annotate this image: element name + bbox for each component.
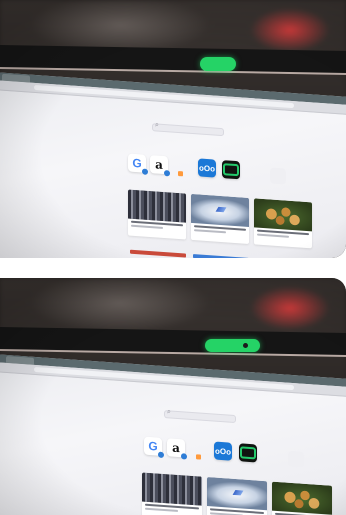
news-card-strip bbox=[130, 249, 186, 258]
google-icon: G bbox=[148, 438, 158, 454]
webcam-lens bbox=[243, 343, 248, 348]
news-card-image bbox=[254, 198, 312, 231]
search-icon: ⌕ bbox=[155, 121, 159, 129]
shortcut-google[interactable]: G bbox=[144, 436, 164, 459]
google-icon: G bbox=[132, 155, 142, 171]
news-card-image bbox=[128, 189, 186, 223]
shortcut-badge bbox=[164, 170, 170, 177]
shortcut-amazon[interactable]: a bbox=[167, 438, 187, 460]
shortcut-badge bbox=[181, 453, 187, 460]
news-card[interactable] bbox=[272, 481, 332, 515]
amazon-icon: a bbox=[172, 440, 180, 456]
news-card[interactable] bbox=[191, 193, 249, 244]
shortcut-blue-app[interactable]: oOo bbox=[198, 158, 216, 178]
monitor-screen: ⌕ G a oOo bbox=[0, 72, 346, 258]
news-card-snippet bbox=[257, 233, 289, 238]
news-card-image bbox=[207, 477, 267, 510]
amazon-icon: a bbox=[155, 157, 163, 172]
news-card-snippet bbox=[145, 507, 178, 512]
webcam-indicator bbox=[205, 339, 260, 352]
shortcut-badge bbox=[142, 168, 148, 175]
news-card-image bbox=[191, 193, 249, 227]
green-app-icon bbox=[240, 446, 256, 460]
news-card[interactable] bbox=[207, 477, 267, 515]
news-card-snippet bbox=[194, 228, 226, 233]
shortcut-empty[interactable] bbox=[288, 450, 304, 468]
shortcut-green-app[interactable] bbox=[239, 443, 257, 463]
shortcut-small-icon[interactable] bbox=[178, 171, 183, 177]
search-icon: ⌕ bbox=[167, 408, 171, 416]
news-card[interactable] bbox=[142, 472, 202, 515]
logo-mark bbox=[232, 490, 244, 496]
shortcut-blue-app[interactable]: oOo bbox=[214, 441, 232, 461]
news-card-image bbox=[142, 472, 202, 506]
shortcut-empty[interactable] bbox=[270, 167, 286, 185]
search-input[interactable]: ⌕ bbox=[152, 121, 224, 137]
shortcut-amazon[interactable]: a bbox=[150, 155, 170, 177]
news-card[interactable] bbox=[254, 198, 312, 249]
news-card[interactable] bbox=[128, 189, 186, 240]
photo-bottom: ⌕ G a oOo bbox=[0, 278, 346, 515]
shortcut-badge bbox=[158, 451, 164, 459]
shortcut-small-icon[interactable] bbox=[196, 454, 201, 460]
shortcut-google[interactable]: G bbox=[128, 153, 148, 175]
photo-top: ⌕ G a oOo bbox=[0, 0, 346, 258]
news-card-image bbox=[272, 481, 332, 515]
blue-app-icon: oOo bbox=[215, 446, 231, 457]
logo-mark bbox=[215, 207, 227, 213]
photo-separator bbox=[0, 258, 346, 278]
monitor-screen: ⌕ G a oOo bbox=[0, 354, 346, 515]
blue-app-icon: oOo bbox=[199, 162, 215, 174]
news-card-snippet bbox=[131, 224, 163, 229]
search-input[interactable]: ⌕ bbox=[164, 408, 236, 424]
webcam-indicator bbox=[200, 57, 236, 71]
green-app-icon bbox=[223, 163, 239, 177]
shortcut-green-app[interactable] bbox=[222, 160, 240, 180]
